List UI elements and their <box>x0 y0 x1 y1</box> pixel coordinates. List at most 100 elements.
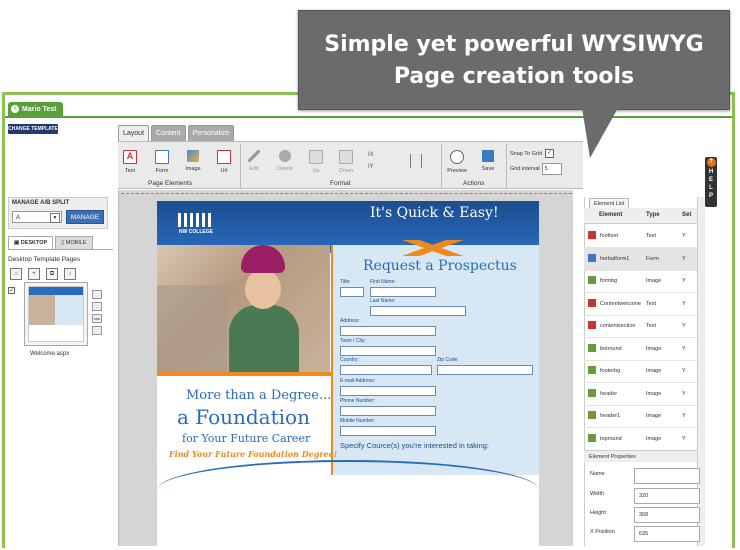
duplicate-page-icon[interactable]: ⧉ <box>46 268 58 280</box>
title-label: Title: <box>340 279 351 285</box>
tab-layout[interactable]: Layout <box>118 125 150 142</box>
tab-element-list[interactable]: Element List <box>589 198 630 208</box>
college-logo: NW COLLEGE <box>178 213 214 235</box>
first-name-field[interactable] <box>370 287 436 297</box>
lock-icon[interactable]: ⌂ <box>10 268 22 280</box>
view-icon[interactable] <box>92 290 102 299</box>
url-button[interactable]: Url <box>212 150 236 174</box>
element-row-element: botround <box>600 345 622 352</box>
address-field[interactable] <box>340 326 436 336</box>
element-row[interactable]: foottext Text Y <box>584 225 697 248</box>
align-y-label[interactable]: IY <box>368 164 374 170</box>
x-position-label: X Position <box>590 529 615 535</box>
up-button[interactable]: Up <box>304 150 328 174</box>
width-input[interactable]: 320 <box>634 488 700 504</box>
edit-button[interactable]: Edit <box>242 150 266 172</box>
image-type-icon <box>588 366 596 374</box>
tab-divider <box>5 116 732 118</box>
element-row-set: Y <box>682 390 686 397</box>
name-input[interactable] <box>634 468 700 484</box>
course-prompt: Specify Cource(s) you're interested in t… <box>340 441 490 450</box>
element-row-type: Image <box>646 345 662 352</box>
down-button[interactable]: Down <box>334 150 358 174</box>
country-select[interactable] <box>340 365 432 375</box>
monitor-icon: ▣ <box>14 240 21 246</box>
tab-personalize[interactable]: Personalize <box>187 125 235 142</box>
town-field[interactable] <box>340 346 436 356</box>
element-row-set: Y <box>682 323 686 329</box>
delete-button[interactable]: Delete <box>273 150 297 172</box>
element-row[interactable]: header1 Image Y <box>584 405 697 428</box>
ribbon-separator <box>240 144 241 188</box>
name-label: Name <box>590 471 605 477</box>
save-disk-icon <box>482 150 494 162</box>
mobile-field[interactable] <box>340 426 436 436</box>
width-label: Width <box>590 491 605 497</box>
new-page-icon[interactable]: + <box>28 268 40 280</box>
address-label: Address: <box>340 318 360 324</box>
preview-button[interactable]: Preview <box>445 150 469 174</box>
snap-to-grid-row: Snap To Grid ✓ Grid interval 5 <box>510 149 562 175</box>
element-row[interactable]: footerbg Image Y <box>584 360 697 383</box>
element-row[interactable]: formbg Image Y <box>584 270 697 293</box>
element-row[interactable]: Contentwelcome Text Y <box>584 293 697 316</box>
distribute-icon[interactable] <box>410 154 422 168</box>
element-row-element: Contentwelcome <box>600 300 641 307</box>
element-row[interactable]: botround Image Y <box>584 338 697 361</box>
height-input[interactable]: 368 <box>634 507 700 523</box>
element-row-set: Y <box>682 345 686 352</box>
change-template-button[interactable]: CHANGE TEMPLATE <box>8 124 58 134</box>
text-type-icon <box>588 321 596 329</box>
move-icon[interactable]: ↕ <box>64 268 76 280</box>
element-row[interactable]: herbalform1 Form Y <box>584 247 697 271</box>
student-photo[interactable] <box>157 245 330 375</box>
tab-content[interactable]: Content <box>151 125 186 142</box>
element-row-element: header <box>600 390 618 397</box>
phone-field[interactable] <box>340 406 436 416</box>
element-row[interactable]: contentsection Text Y <box>584 315 697 338</box>
x-position-input[interactable]: 635 <box>634 526 700 542</box>
title-select[interactable] <box>340 287 364 297</box>
css-button[interactable]: css <box>92 314 102 323</box>
tab-mobile[interactable]: ▯ MOBILE <box>55 236 93 250</box>
page-name: Welcome.aspx <box>30 351 70 357</box>
device-tab-divider <box>8 249 113 250</box>
headline-foundation: a Foundation <box>177 405 310 429</box>
header-set: Set <box>682 212 692 218</box>
move-down-icon <box>339 150 353 164</box>
actions-label: Actions <box>463 180 485 187</box>
page-checkbox[interactable]: ✓ <box>8 287 15 294</box>
element-row-type: Text <box>646 300 657 307</box>
phone-label: Phone Number: <box>340 398 376 404</box>
element-row-element: formbg <box>600 278 618 284</box>
element-row-element: contentsection <box>600 323 636 329</box>
element-row-type: Image <box>646 435 662 442</box>
zip-field[interactable] <box>437 365 533 375</box>
settings-icon[interactable] <box>92 326 102 335</box>
tab-desktop[interactable]: ▣ DESKTOP <box>8 236 54 250</box>
email-field[interactable] <box>340 386 436 396</box>
ab-split-select[interactable]: A ▼ <box>12 211 62 223</box>
element-row-type: Image <box>646 368 662 374</box>
image-type-icon <box>588 433 596 442</box>
element-row[interactable]: header Image Y <box>584 383 697 406</box>
page-thumbnail[interactable] <box>28 286 84 342</box>
last-name-field[interactable] <box>370 306 466 316</box>
text-button[interactable]: A Text <box>118 150 142 174</box>
grid-interval-input[interactable]: 5 <box>541 163 562 175</box>
help-tab[interactable]: ? H E L P <box>705 157 717 207</box>
callout-pointer <box>582 108 618 158</box>
back-arrow-icon[interactable]: ‹ <box>11 105 19 113</box>
minus-icon[interactable]: - <box>92 302 102 311</box>
align-x-label[interactable]: IX <box>368 152 374 158</box>
element-row-set: Y <box>682 255 686 262</box>
snap-to-grid-checkbox[interactable]: ✓ <box>545 149 555 158</box>
element-row-element: herbalform1 <box>600 255 630 262</box>
element-row[interactable]: topround Image Y <box>584 428 697 451</box>
user-tab[interactable]: ‹ Mario Test <box>8 102 63 116</box>
text-icon: A <box>123 150 137 164</box>
manage-button[interactable]: MANAGE <box>66 210 104 224</box>
image-button[interactable]: Image <box>181 150 205 172</box>
save-button[interactable]: Save <box>476 150 500 172</box>
form-button[interactable]: Form <box>150 150 174 174</box>
